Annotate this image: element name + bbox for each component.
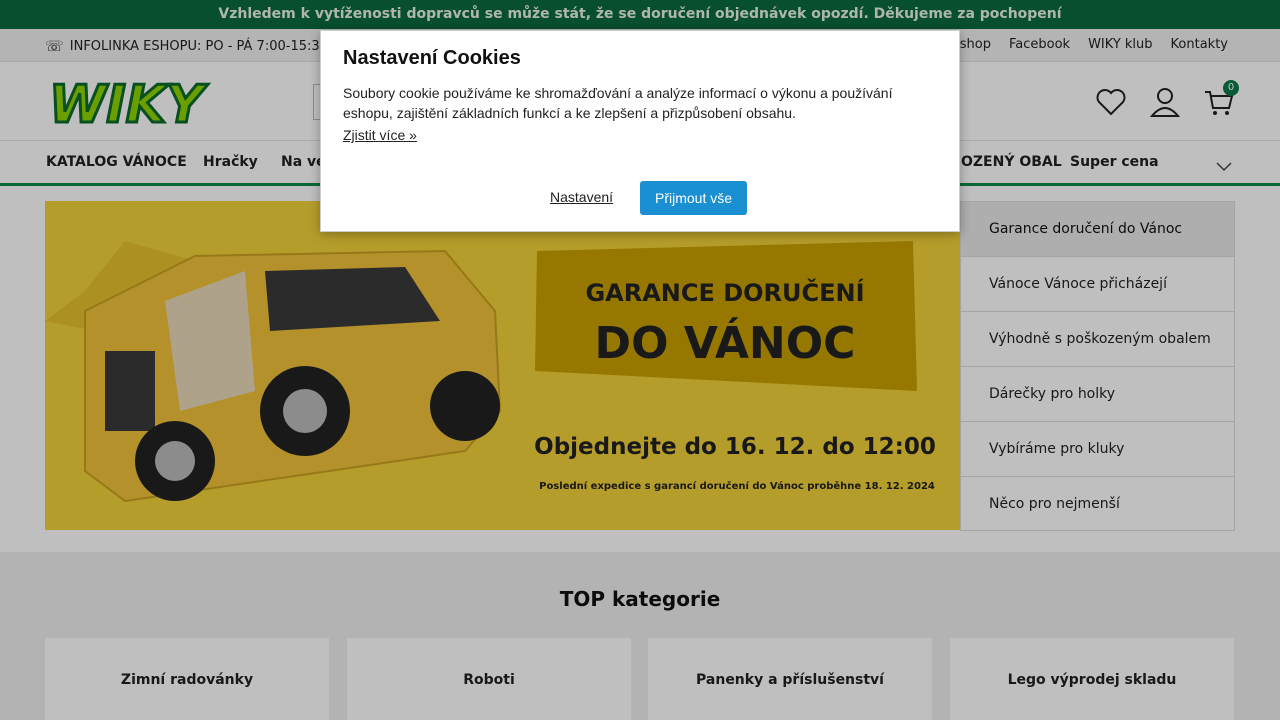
- cookie-more-link[interactable]: Zjistit více »: [343, 127, 417, 143]
- cookie-accept-all-button[interactable]: Přijmout vše: [640, 181, 747, 215]
- cookie-settings-button[interactable]: Nastavení: [550, 189, 613, 205]
- cookie-modal-text: Soubory cookie používáme ke shromažďován…: [343, 85, 893, 121]
- cookie-modal-title: Nastavení Cookies: [343, 47, 521, 69]
- cookie-modal: Nastavení Cookies Soubory cookie používá…: [320, 30, 960, 232]
